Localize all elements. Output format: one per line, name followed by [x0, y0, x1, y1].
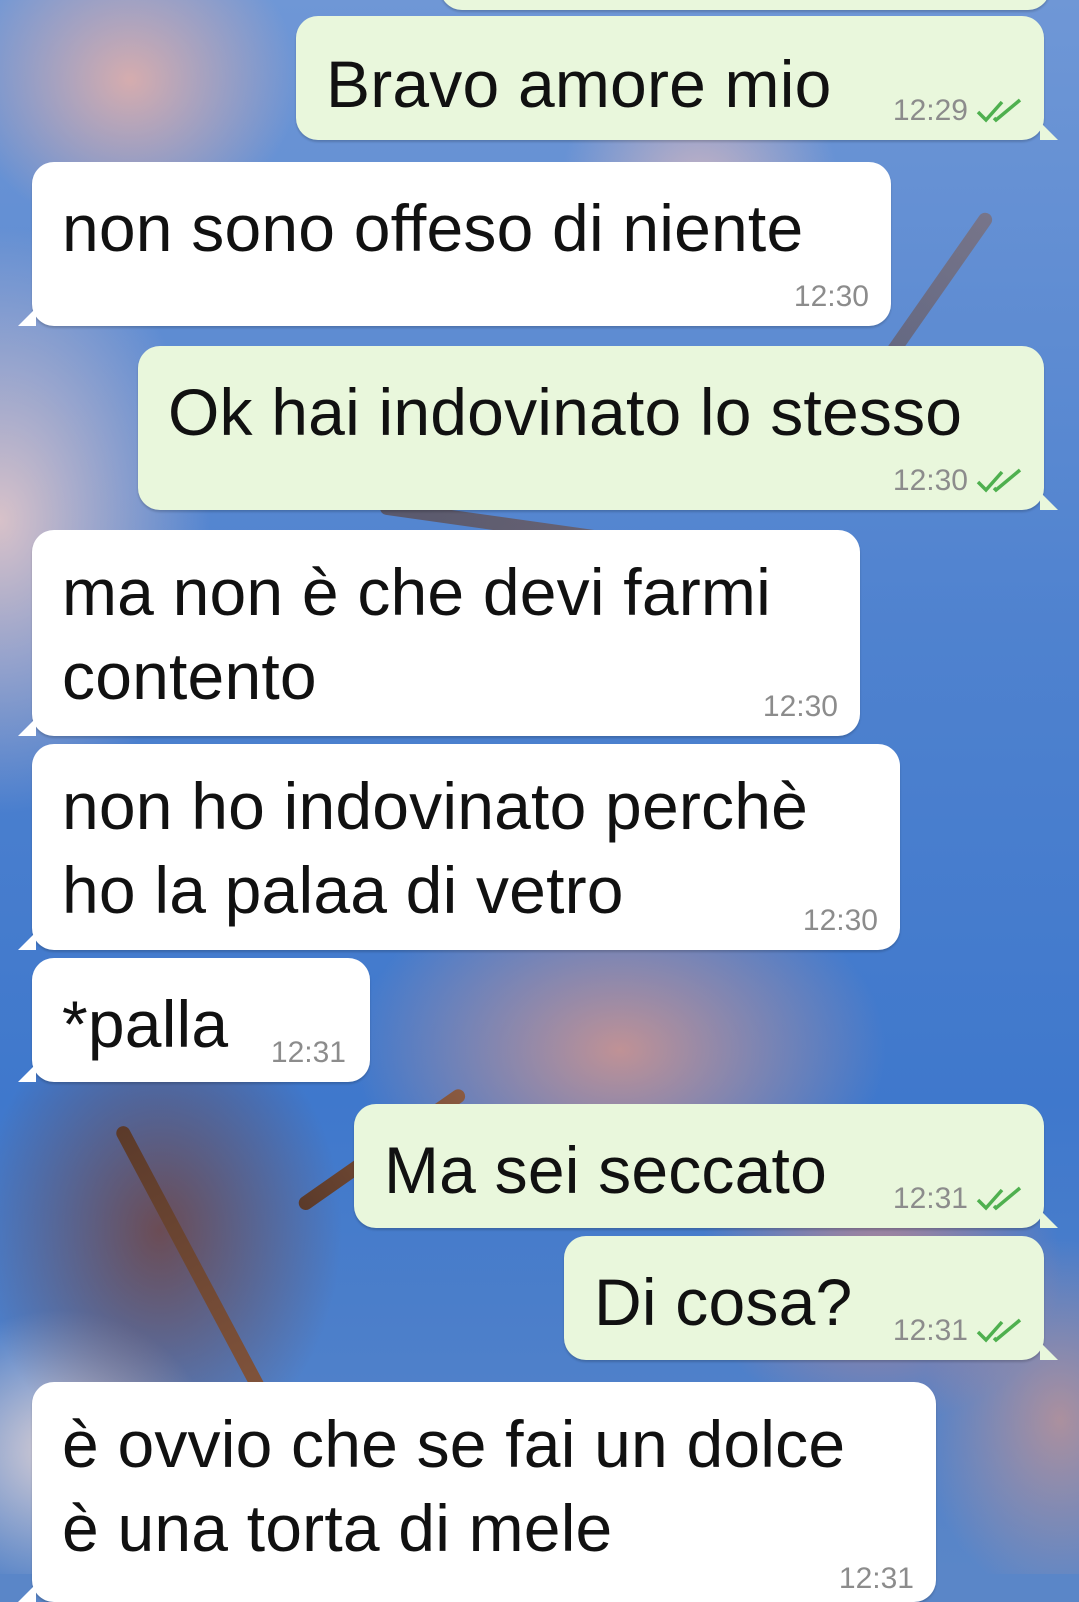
double-check-icon: [976, 1318, 1022, 1343]
message-bubble-outgoing[interactable]: Ok hai indovinato lo stesso 12:30: [138, 346, 1058, 510]
message-text: *palla: [62, 987, 229, 1061]
message-meta: 12:30: [763, 690, 838, 724]
message-time: 12:30: [762, 690, 838, 723]
message-meta: 12:31: [839, 1562, 914, 1596]
message-text: Ok hai indovinato lo stesso: [168, 375, 963, 449]
message-time: 12:30: [892, 464, 968, 497]
message-time: 12:29: [892, 94, 968, 127]
double-check-icon: [976, 1186, 1022, 1211]
message-text: ma non è che devi farmi contento: [62, 555, 771, 713]
message-bubble-incoming[interactable]: è ovvio che se fai un dolce è una torta …: [18, 1382, 936, 1602]
message-bubble-outgoing[interactable]: Di cosa? 12:31: [564, 1236, 1058, 1360]
message-meta: 12:30: [803, 904, 878, 938]
message-meta: 12:31: [893, 1182, 1024, 1216]
double-check-icon: [976, 98, 1022, 123]
message-bubble-incoming[interactable]: non sono offeso di niente 12:30: [18, 162, 891, 326]
message-time: 12:31: [892, 1182, 968, 1215]
message-meta: 12:30: [893, 464, 1024, 498]
message-time: 12:31: [270, 1036, 346, 1069]
message-text: Ma sei seccato: [384, 1133, 827, 1207]
message-bubble-incoming[interactable]: non ho indovinato perchè ho la palaa di …: [18, 744, 900, 950]
message-meta: 12:30: [794, 280, 869, 314]
message-text: è ovvio che se fai un dolce è una torta …: [62, 1407, 846, 1565]
message-text: non sono offeso di niente: [62, 191, 804, 265]
double-check-icon: [976, 468, 1022, 493]
message-meta: 12:31: [271, 1036, 346, 1070]
message-list[interactable]: Bravo amore mio 12:29 non sono offeso di…: [0, 0, 1079, 1602]
message-text: non ho indovinato perchè ho la palaa di …: [62, 769, 809, 927]
message-text: Di cosa?: [594, 1265, 853, 1339]
message-bubble-incoming[interactable]: ma non è che devi farmi contento 12:30: [18, 530, 860, 736]
message-meta: 12:29: [893, 94, 1024, 128]
message-time: 12:31: [892, 1314, 968, 1347]
message-time: 12:30: [793, 280, 869, 313]
message-text: Bravo amore mio: [326, 47, 832, 121]
previous-message-bubble-edge: [440, 0, 1050, 10]
message-time: 12:30: [802, 904, 878, 937]
message-bubble-incoming[interactable]: *palla 12:31: [18, 958, 370, 1082]
message-meta: 12:31: [893, 1314, 1024, 1348]
message-bubble-outgoing[interactable]: Ma sei seccato 12:31: [354, 1104, 1058, 1228]
message-bubble-outgoing[interactable]: Bravo amore mio 12:29: [296, 16, 1058, 140]
message-time: 12:31: [838, 1562, 914, 1595]
